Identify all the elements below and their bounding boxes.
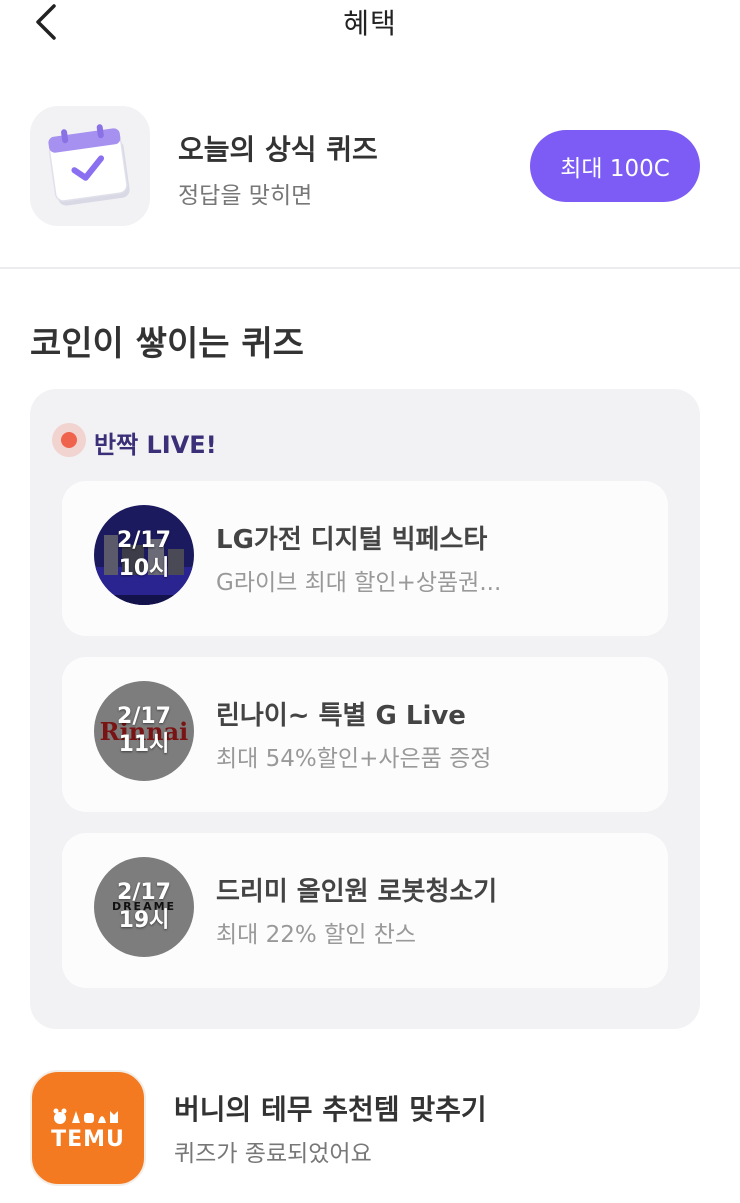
- daily-quiz-subtitle: 정답을 맞히면: [178, 183, 313, 209]
- event-thumbnail: 2/17 10시: [94, 505, 194, 605]
- event-date: 2/17: [117, 704, 171, 729]
- top-bar: 혜택: [0, 0, 740, 44]
- live-event-card[interactable]: Rinnai 2/17 11시 린나이~ 특별 G Live 최대 54%할인+…: [62, 657, 668, 812]
- temu-quiz-title: 버니의 테무 추천템 맞추기: [174, 1093, 487, 1126]
- live-label: 반짝 LIVE!: [94, 431, 217, 459]
- temu-quiz-card[interactable]: TEMU 버니의 테무 추천템 맞추기 퀴즈가 종료되었어요: [0, 1068, 740, 1203]
- section-title: 코인이 쌓이는 퀴즈: [30, 324, 304, 364]
- temu-logo: TEMU: [30, 1070, 146, 1186]
- temu-logo-text: TEMU: [51, 1126, 125, 1152]
- event-thumbnail: Rinnai 2/17 11시: [94, 681, 194, 781]
- live-indicator-icon: [52, 423, 86, 457]
- daily-quiz-title: 오늘의 상식 퀴즈: [178, 133, 378, 166]
- event-title: 드리미 올인원 로봇청소기: [216, 877, 498, 907]
- event-date: 2/17: [117, 880, 171, 905]
- event-time: 10시: [118, 556, 170, 581]
- event-time: 11시: [118, 732, 170, 757]
- live-panel: 반짝 LIVE! 2/17 10시 LG가전 디지털 빅페스타 G라이브 최대 …: [30, 389, 700, 1029]
- live-event-card[interactable]: 2/17 10시 LG가전 디지털 빅페스타 G라이브 최대 할인+상품권...: [62, 481, 668, 636]
- event-subtitle: 최대 22% 할인 찬스: [216, 922, 417, 948]
- page-title: 혜택: [343, 7, 397, 40]
- section-divider: [0, 267, 740, 269]
- event-subtitle: G라이브 최대 할인+상품권...: [216, 570, 502, 596]
- temu-quiz-subtitle: 퀴즈가 종료되었어요: [174, 1141, 372, 1167]
- event-time: 19시: [118, 908, 170, 933]
- live-event-card[interactable]: DREAME 2/17 19시 드리미 올인원 로봇청소기 최대 22% 할인 …: [62, 833, 668, 988]
- daily-quiz-card[interactable]: 오늘의 상식 퀴즈 정답을 맞히면 최대 100C: [0, 106, 740, 228]
- event-thumbnail: DREAME 2/17 19시: [94, 857, 194, 957]
- temu-mascots-icon: [53, 1108, 118, 1124]
- event-subtitle: 최대 54%할인+사은품 증정: [216, 746, 492, 772]
- event-title: LG가전 디지털 빅페스타: [216, 525, 488, 555]
- calendar-check-icon: [30, 106, 150, 226]
- reward-button[interactable]: 최대 100C: [530, 130, 700, 202]
- event-date: 2/17: [117, 528, 171, 553]
- event-title: 린나이~ 특별 G Live: [216, 701, 466, 731]
